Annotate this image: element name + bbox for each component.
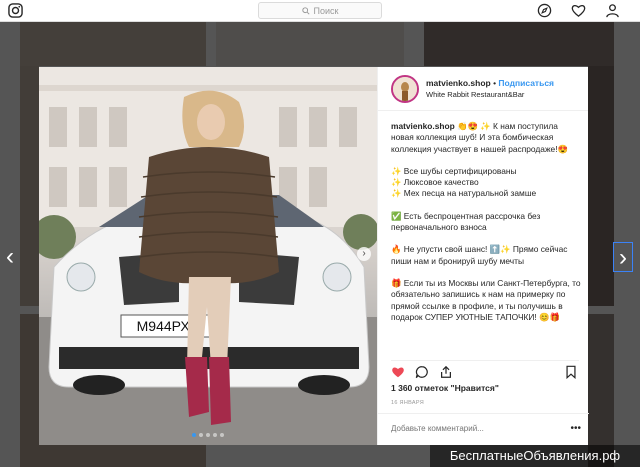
post-photo[interactable]: М944РХ 7 › (39, 67, 377, 445)
heart-icon[interactable] (571, 3, 586, 18)
comment-icon[interactable] (415, 365, 429, 379)
caption-text-4: 🔥 Не упусти свой шанс! ⬆️✨ Прямо сейчас … (391, 244, 568, 266)
post-date[interactable]: 16 ЯНВАРЯ (391, 400, 424, 406)
post-caption: matvienko.shop 👏😍 ✨ К нам поступила нова… (391, 121, 583, 353)
profile-icon[interactable] (605, 3, 620, 18)
avatar[interactable] (391, 74, 419, 103)
next-post-button[interactable]: › (613, 242, 633, 272)
instagram-logo-icon[interactable] (8, 3, 23, 18)
post-header: matvienko.shop • Подписаться White Rabbi… (378, 67, 588, 111)
caption-username[interactable]: matvienko.shop (391, 121, 455, 131)
search-placeholder: Поиск (313, 5, 339, 16)
post-modal: М944РХ 7 › matvienko.shop • Подписаться … (39, 67, 589, 445)
search-input[interactable]: Поиск (258, 2, 382, 19)
post-actions (391, 360, 579, 379)
likes-count[interactable]: 1 360 отметок "Нравится" (391, 383, 499, 393)
location-link[interactable]: White Rabbit Restaurant&Bar (426, 89, 554, 101)
carousel-dots (39, 433, 377, 437)
search-icon (301, 6, 310, 15)
caption-text-5: 🎁 Если ты из Москвы или Санкт-Петербурга… (391, 277, 581, 322)
compass-icon[interactable] (537, 3, 552, 18)
carousel-dot (199, 433, 203, 437)
follow-button[interactable]: Подписаться (498, 78, 554, 88)
carousel-dot (220, 433, 224, 437)
carousel-dot (192, 433, 196, 437)
top-nav: Поиск (0, 0, 640, 22)
next-photo-button[interactable]: › (357, 247, 371, 261)
prev-post-button[interactable]: ‹ (0, 242, 20, 272)
caption-text-3: ✅ Есть беспроцентная рассрочка без перво… (391, 210, 541, 233)
post-image: М944РХ 7 (39, 67, 377, 445)
avatar-image (393, 76, 417, 101)
more-options-button[interactable]: ••• (570, 423, 581, 434)
share-icon[interactable] (439, 365, 453, 379)
comment-input[interactable] (391, 424, 561, 433)
username-link[interactable]: matvienko.shop (426, 78, 491, 88)
comment-box: ••• (378, 413, 589, 445)
carousel-dot (206, 433, 210, 437)
carousel-dot (213, 433, 217, 437)
watermark: БесплатныеОбъявления.рф (430, 445, 640, 467)
caption-text-2: ✨ Все шубы сертифицированы ✨ Люксовое ка… (391, 165, 537, 199)
bookmark-icon[interactable] (564, 365, 578, 379)
like-heart-icon[interactable] (391, 365, 405, 379)
post-details-panel: matvienko.shop • Подписаться White Rabbi… (377, 67, 589, 445)
